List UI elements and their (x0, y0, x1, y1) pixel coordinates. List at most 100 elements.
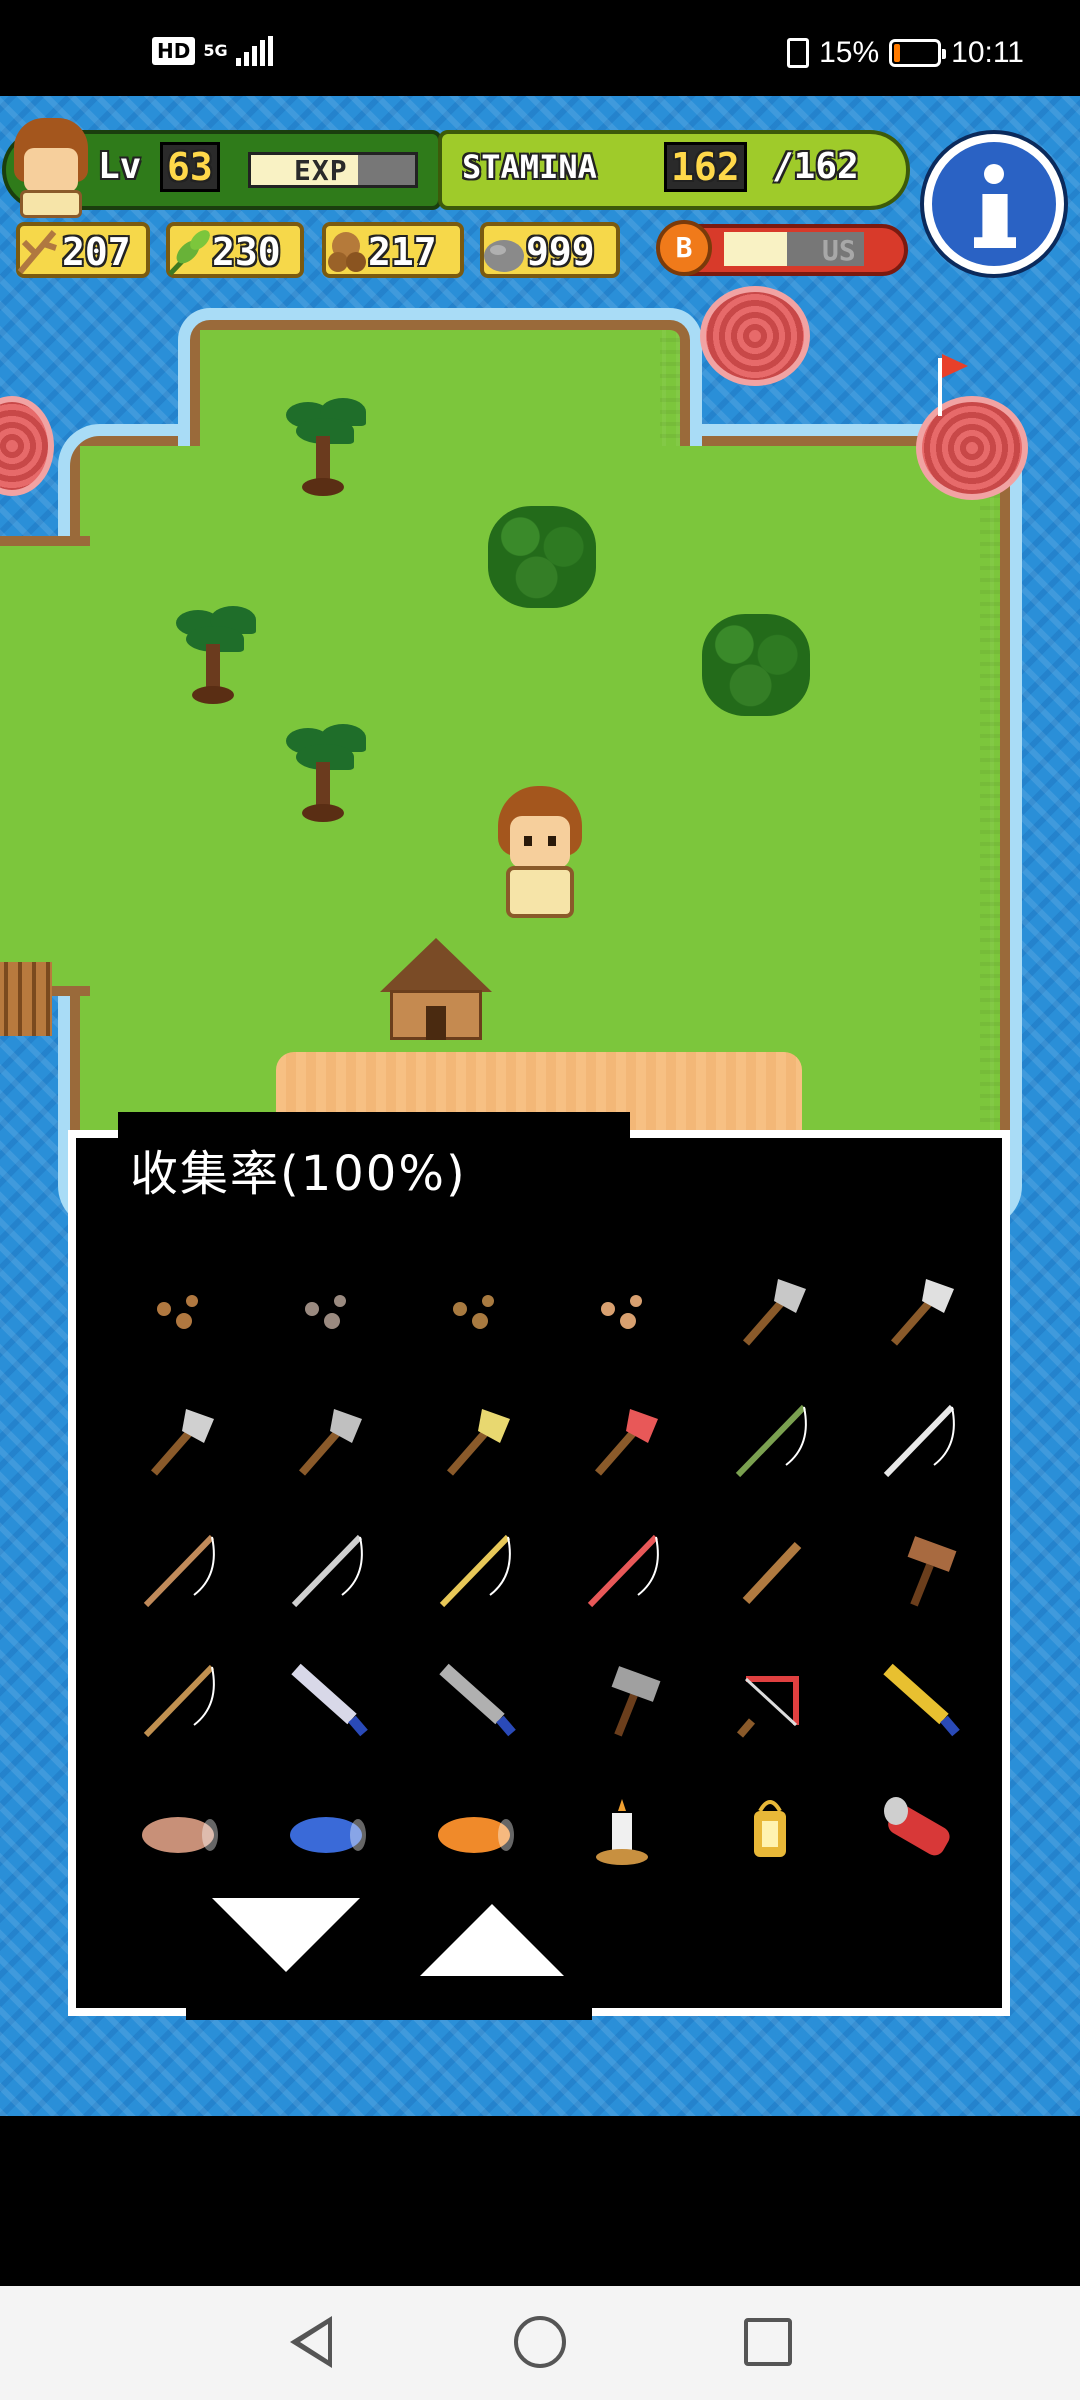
resource-stone-value: 999 (526, 230, 595, 274)
player-character (488, 786, 592, 920)
status-right: 15% 10:11 (787, 36, 1024, 70)
golden-axe-item-icon (446, 1409, 510, 1476)
orange-roll-item-icon (438, 1817, 514, 1853)
collection-cell[interactable] (696, 1504, 844, 1634)
collection-cell[interactable] (844, 1634, 992, 1764)
collection-cell[interactable] (548, 1634, 696, 1764)
coral-rock (700, 286, 810, 386)
collection-cell[interactable] (252, 1504, 400, 1634)
collection-cell[interactable] (104, 1244, 252, 1374)
collection-cell[interactable] (844, 1244, 992, 1374)
collection-cell[interactable] (400, 1634, 548, 1764)
collection-cell[interactable] (252, 1634, 400, 1764)
leaf-icon (168, 230, 210, 276)
home-button[interactable] (514, 2316, 566, 2368)
collection-cell[interactable] (252, 1374, 400, 1504)
iron-hammer-item-icon (611, 1666, 661, 1737)
palm-tree[interactable] (276, 396, 372, 500)
hut[interactable] (380, 938, 492, 1042)
bonus-label: US (822, 234, 856, 267)
page-up-button[interactable] (420, 1904, 564, 1976)
knife-item-icon (291, 1663, 368, 1737)
steel-fishing-rod-item-icon (291, 1534, 363, 1608)
bow-item-icon (883, 1404, 955, 1478)
wooden-dock (0, 962, 52, 1036)
collection-cell[interactable] (696, 1764, 844, 1894)
collection-cell[interactable] (252, 1244, 400, 1374)
axe-item-icon (150, 1409, 214, 1476)
hammer-item-icon (907, 1536, 957, 1607)
level-value: 63 (160, 142, 220, 192)
collection-cell[interactable] (400, 1504, 548, 1634)
collection-cell[interactable] (104, 1504, 252, 1634)
log-item-icon (142, 1817, 218, 1853)
stick-item-icon (742, 1541, 802, 1605)
collection-cell[interactable] (400, 1244, 548, 1374)
collection-cell[interactable] (104, 1374, 252, 1504)
collection-cell[interactable] (548, 1244, 696, 1374)
coral-rock (0, 396, 54, 496)
collection-cell[interactable] (252, 1764, 400, 1894)
panel-title: 收集率(100%) (130, 1146, 467, 1202)
iron-axe-item-icon (890, 1279, 954, 1346)
resource-nut: 217 (322, 222, 464, 278)
resource-branch: 207 (16, 222, 150, 278)
stone-axe-item-icon (742, 1279, 806, 1346)
recent-apps-button[interactable] (744, 2318, 792, 2366)
collection-cell[interactable] (548, 1374, 696, 1504)
network-type-label: 5G (203, 41, 228, 60)
collection-cell[interactable] (844, 1374, 992, 1504)
palm-tree[interactable] (276, 722, 372, 826)
back-button[interactable] (290, 2316, 332, 2368)
collection-cell[interactable] (548, 1764, 696, 1894)
exp-label: EXP (294, 154, 348, 187)
vine-rope-item-icon (735, 1404, 807, 1478)
info-button[interactable] (924, 134, 1064, 274)
player-avatar (6, 118, 98, 218)
panel-bottom-notch (186, 2000, 592, 2020)
red-crossbow-item-icon (587, 1534, 659, 1608)
blue-roll-item-icon (290, 1817, 366, 1853)
bonus-icon: B (656, 220, 712, 276)
collection-cell[interactable] (696, 1244, 844, 1374)
page-down-button[interactable] (212, 1898, 360, 1972)
pickaxe-item-icon (298, 1409, 362, 1476)
red-axe-item-icon (594, 1409, 658, 1476)
ginger-root-item-icon (601, 1295, 642, 1329)
collection-cell[interactable] (104, 1764, 252, 1894)
collection-cell[interactable] (844, 1764, 992, 1894)
status-bar: HD 5G 15% 10:11 (0, 0, 1080, 96)
clock: 10:11 (951, 36, 1024, 69)
collection-cell[interactable] (400, 1374, 548, 1504)
signal-icon (235, 36, 273, 66)
collection-cell[interactable] (696, 1374, 844, 1504)
stone-icon (484, 240, 524, 272)
cleaver-item-icon (439, 1663, 516, 1737)
bush[interactable] (702, 614, 810, 716)
lantern-item-icon (754, 1800, 786, 1857)
stamina-value: 162 (664, 142, 747, 192)
vibrate-icon (787, 38, 810, 68)
collection-cell[interactable] (844, 1504, 992, 1634)
collection-cell[interactable] (548, 1504, 696, 1634)
collection-cell[interactable] (400, 1764, 548, 1894)
nut-icon (328, 232, 366, 272)
flag-icon (942, 354, 968, 378)
collection-grid (104, 1244, 984, 1894)
resource-leaf: 230 (166, 222, 304, 278)
fishing-rod-item-icon (143, 1534, 215, 1608)
twig-item-icon (157, 1295, 198, 1329)
level-label: Lv (98, 146, 142, 187)
collection-cell[interactable] (104, 1634, 252, 1764)
collection-cell[interactable] (696, 1634, 844, 1764)
bush[interactable] (488, 506, 596, 608)
bonus-fill (724, 232, 787, 266)
resource-branch-value: 207 (62, 230, 131, 274)
status-left: HD 5G (152, 36, 273, 66)
saw-item-icon (736, 1676, 799, 1738)
island-grass-fill-2 (200, 330, 660, 460)
pebbles-item-icon (305, 1295, 346, 1329)
palm-tree[interactable] (166, 604, 262, 708)
flashlight-item-icon (884, 1797, 950, 1856)
island-grass-west (0, 536, 90, 996)
